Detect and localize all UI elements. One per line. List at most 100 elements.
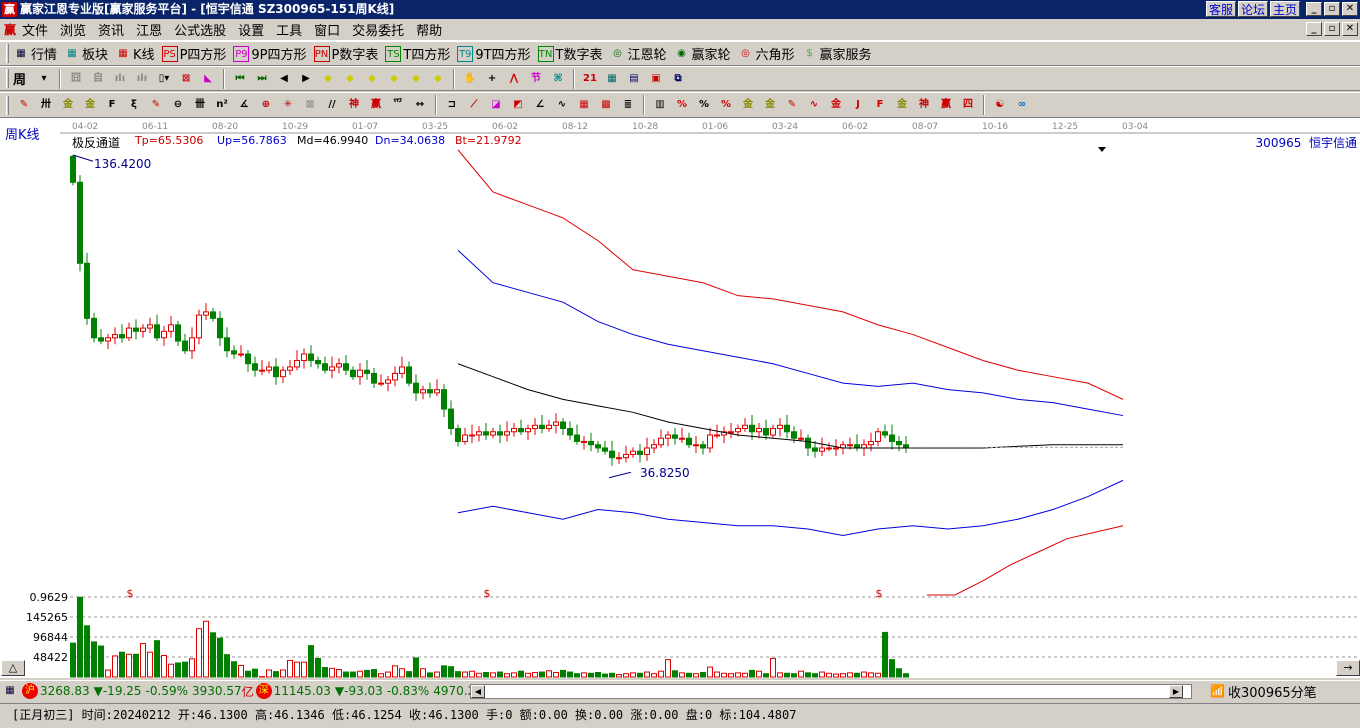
- menu-item-1[interactable]: 浏览: [60, 20, 86, 39]
- f2-icon[interactable]: F: [872, 97, 888, 113]
- customer-service-link[interactable]: 客服: [1205, 1, 1236, 17]
- menu-item-6[interactable]: 工具: [276, 20, 302, 39]
- toolbar-button-4[interactable]: P9 9P四方形: [233, 44, 307, 63]
- menu-item-2[interactable]: 资讯: [98, 20, 124, 39]
- bars9-icon[interactable]: ılı: [134, 71, 150, 87]
- god2-icon[interactable]: 神: [916, 97, 932, 113]
- menu-item-3[interactable]: 江恩: [136, 20, 162, 39]
- god-icon[interactable]: 神: [346, 97, 362, 113]
- f-icon[interactable]: F: [104, 97, 120, 113]
- gold-lines-icon[interactable]: 金: [762, 97, 778, 113]
- period-select[interactable]: 周: [13, 69, 26, 88]
- box-icon[interactable]: ⊠: [302, 97, 318, 113]
- move-left-icon[interactable]: ◆: [320, 71, 336, 87]
- gold2-icon[interactable]: 金: [82, 97, 98, 113]
- yinyang-icon[interactable]: ☯: [992, 97, 1008, 113]
- lines-icon[interactable]: ≣: [620, 97, 636, 113]
- j-icon[interactable]: J: [850, 97, 866, 113]
- menu-item-4[interactable]: 公式选股: [174, 20, 226, 39]
- pen-icon[interactable]: ✎: [16, 97, 32, 113]
- zoom-out-icon[interactable]: ◆: [430, 71, 446, 87]
- forum-link[interactable]: 论坛: [1237, 1, 1268, 17]
- calendar-icon[interactable]: 21: [582, 71, 598, 87]
- width-icon[interactable]: ↔: [412, 97, 428, 113]
- toolbar-button-8[interactable]: TN T数字表: [537, 44, 603, 63]
- notes-icon[interactable]: ▤: [626, 71, 642, 87]
- menu-item-7[interactable]: 窗口: [314, 20, 340, 39]
- child-restore-button[interactable]: ▫: [1324, 22, 1340, 36]
- crosshair-icon[interactable]: +: [484, 71, 500, 87]
- box-fan2-icon[interactable]: ◩: [510, 97, 526, 113]
- angle-icon[interactable]: ∡: [236, 97, 252, 113]
- hash-icon[interactable]: 卌: [192, 97, 208, 113]
- gold1-icon[interactable]: 金: [60, 97, 76, 113]
- toolbar-button-11[interactable]: ◎ 六角形: [738, 44, 794, 64]
- calculator-icon[interactable]: ▦: [604, 71, 620, 87]
- first-icon[interactable]: ⏮: [232, 71, 248, 87]
- pattern-icon[interactable]: 囧: [68, 71, 84, 87]
- toolbar-button-0[interactable]: ▦ 行情: [13, 44, 57, 64]
- close-button[interactable]: ✕: [1342, 2, 1358, 16]
- four-icon[interactable]: 四: [960, 97, 976, 113]
- candle-type-icon[interactable]: ▯▾: [156, 71, 172, 87]
- last-icon[interactable]: ⏭: [254, 71, 270, 87]
- pen3-icon[interactable]: ✎: [784, 97, 800, 113]
- expand-panel-button[interactable]: △: [1, 660, 25, 676]
- infinity-icon[interactable]: ∞: [1014, 97, 1030, 113]
- wave2-icon[interactable]: ∿: [806, 97, 822, 113]
- bars3-icon[interactable]: ılı: [112, 71, 128, 87]
- win-icon[interactable]: 赢: [368, 97, 384, 113]
- gold-circle-icon[interactable]: 金: [740, 97, 756, 113]
- toolbar-button-3[interactable]: PS P四方形: [161, 44, 226, 63]
- ray-icon[interactable]: ⟋: [466, 97, 482, 113]
- child-minimize-button[interactable]: _: [1306, 22, 1322, 36]
- home-link[interactable]: 主页: [1269, 1, 1300, 17]
- move-right-icon[interactable]: ◆: [342, 71, 358, 87]
- target-icon[interactable]: ⊕: [258, 97, 274, 113]
- left-icon[interactable]: ◀: [276, 71, 292, 87]
- gold3-icon[interactable]: 金: [828, 97, 844, 113]
- frame-icon[interactable]: ⊐: [444, 97, 460, 113]
- pen2-icon[interactable]: ✎: [148, 97, 164, 113]
- parallel-icon[interactable]: 卅: [38, 97, 54, 113]
- horizontal-scrollbar[interactable]: ◀ ▶: [470, 684, 1192, 699]
- gold4-icon[interactable]: 金: [894, 97, 910, 113]
- save-icon[interactable]: ▣: [648, 71, 664, 87]
- slash-icon[interactable]: //: [324, 97, 340, 113]
- grid-icon[interactable]: ▦: [576, 97, 592, 113]
- right-icon[interactable]: ▶: [298, 71, 314, 87]
- fan-icon[interactable]: ◣: [200, 71, 216, 87]
- pattern2-icon[interactable]: ⌘: [550, 71, 566, 87]
- toolbar-button-6[interactable]: TS T四方形: [385, 44, 450, 63]
- app-menu-icon[interactable]: 赢: [4, 21, 16, 38]
- grid2-icon[interactable]: ▩: [598, 97, 614, 113]
- child-close-button[interactable]: ✕: [1342, 22, 1358, 36]
- next-button[interactable]: →: [1336, 660, 1360, 676]
- spiral-icon[interactable]: ξ: [126, 97, 142, 113]
- toolbar-button-2[interactable]: ▦ K线: [115, 44, 154, 64]
- restore-button[interactable]: ▫: [1324, 2, 1340, 16]
- quote-table-icon[interactable]: ▦: [2, 683, 18, 699]
- box-fan-icon[interactable]: ◪: [488, 97, 504, 113]
- ruler-icon[interactable]: ▥: [652, 97, 668, 113]
- chart-canvas[interactable]: 04-02 06-11 08-20 10-29 01-07 03-25 06-02 08-12…: [0, 118, 1360, 678]
- toolbar-button-7[interactable]: T9 9T四方形: [457, 44, 531, 63]
- toolbar-button-1[interactable]: ▦ 板块: [64, 44, 108, 64]
- menu-item-8[interactable]: 交易委托: [352, 20, 404, 39]
- minimize-button[interactable]: _: [1306, 2, 1322, 16]
- shrink-icon[interactable]: ◆: [386, 71, 402, 87]
- network-icon[interactable]: ⧉: [670, 71, 686, 87]
- star-icon[interactable]: ✳: [280, 97, 296, 113]
- toolbar-button-9[interactable]: ◎ 江恩轮: [610, 44, 666, 64]
- win2-icon[interactable]: 赢: [938, 97, 954, 113]
- n2-icon[interactable]: n²: [214, 97, 230, 113]
- percent-icon[interactable]: %: [696, 97, 712, 113]
- toolbar-button-10[interactable]: ◉ 赢家轮: [674, 44, 730, 64]
- scroll-left-button[interactable]: ◀: [471, 685, 485, 698]
- self-icon[interactable]: 自: [90, 71, 106, 87]
- menu-item-5[interactable]: 设置: [238, 20, 264, 39]
- hand-icon[interactable]: ✋: [462, 71, 478, 87]
- zoom-in-icon[interactable]: ◆: [408, 71, 424, 87]
- scroll-right-button[interactable]: ▶: [1169, 685, 1183, 698]
- menu-item-0[interactable]: 文件: [22, 20, 48, 39]
